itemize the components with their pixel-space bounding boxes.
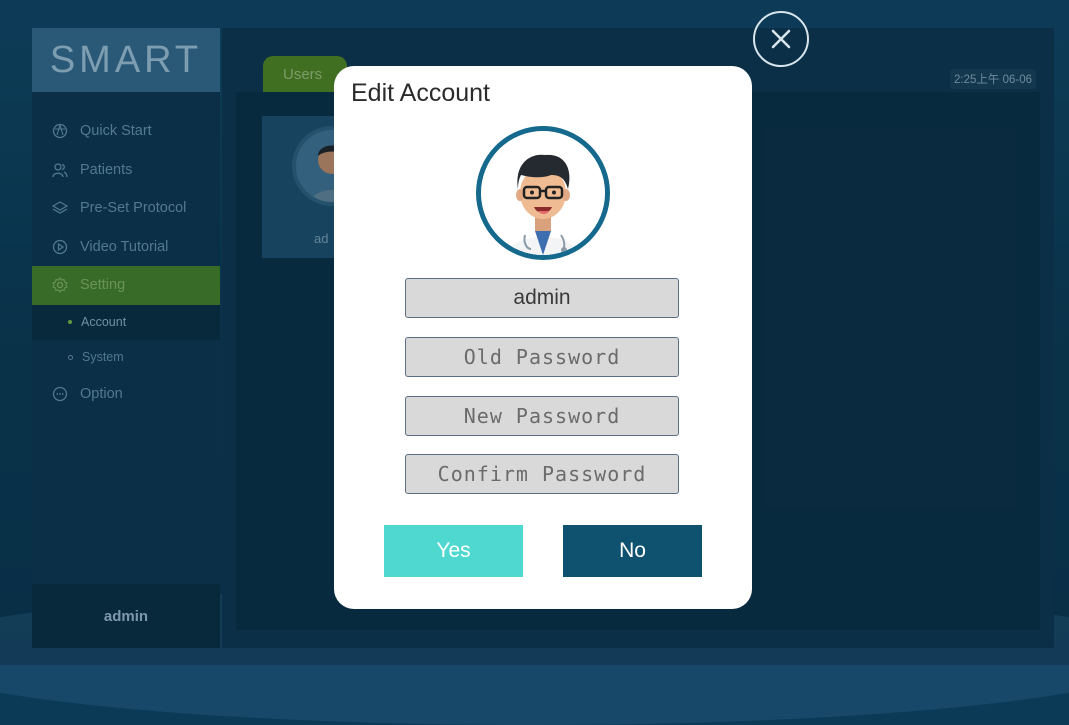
edit-account-dialog: Edit Account Yes No <box>334 66 752 609</box>
confirm-password-field[interactable] <box>405 454 679 494</box>
avatar <box>476 126 610 260</box>
close-button[interactable] <box>753 11 809 67</box>
yes-button[interactable]: Yes <box>384 525 523 577</box>
close-icon <box>768 26 794 52</box>
no-button[interactable]: No <box>563 525 702 577</box>
old-password-field[interactable] <box>405 337 679 377</box>
username-field[interactable] <box>405 278 679 318</box>
dialog-title: Edit Account <box>351 79 490 107</box>
new-password-field[interactable] <box>405 396 679 436</box>
